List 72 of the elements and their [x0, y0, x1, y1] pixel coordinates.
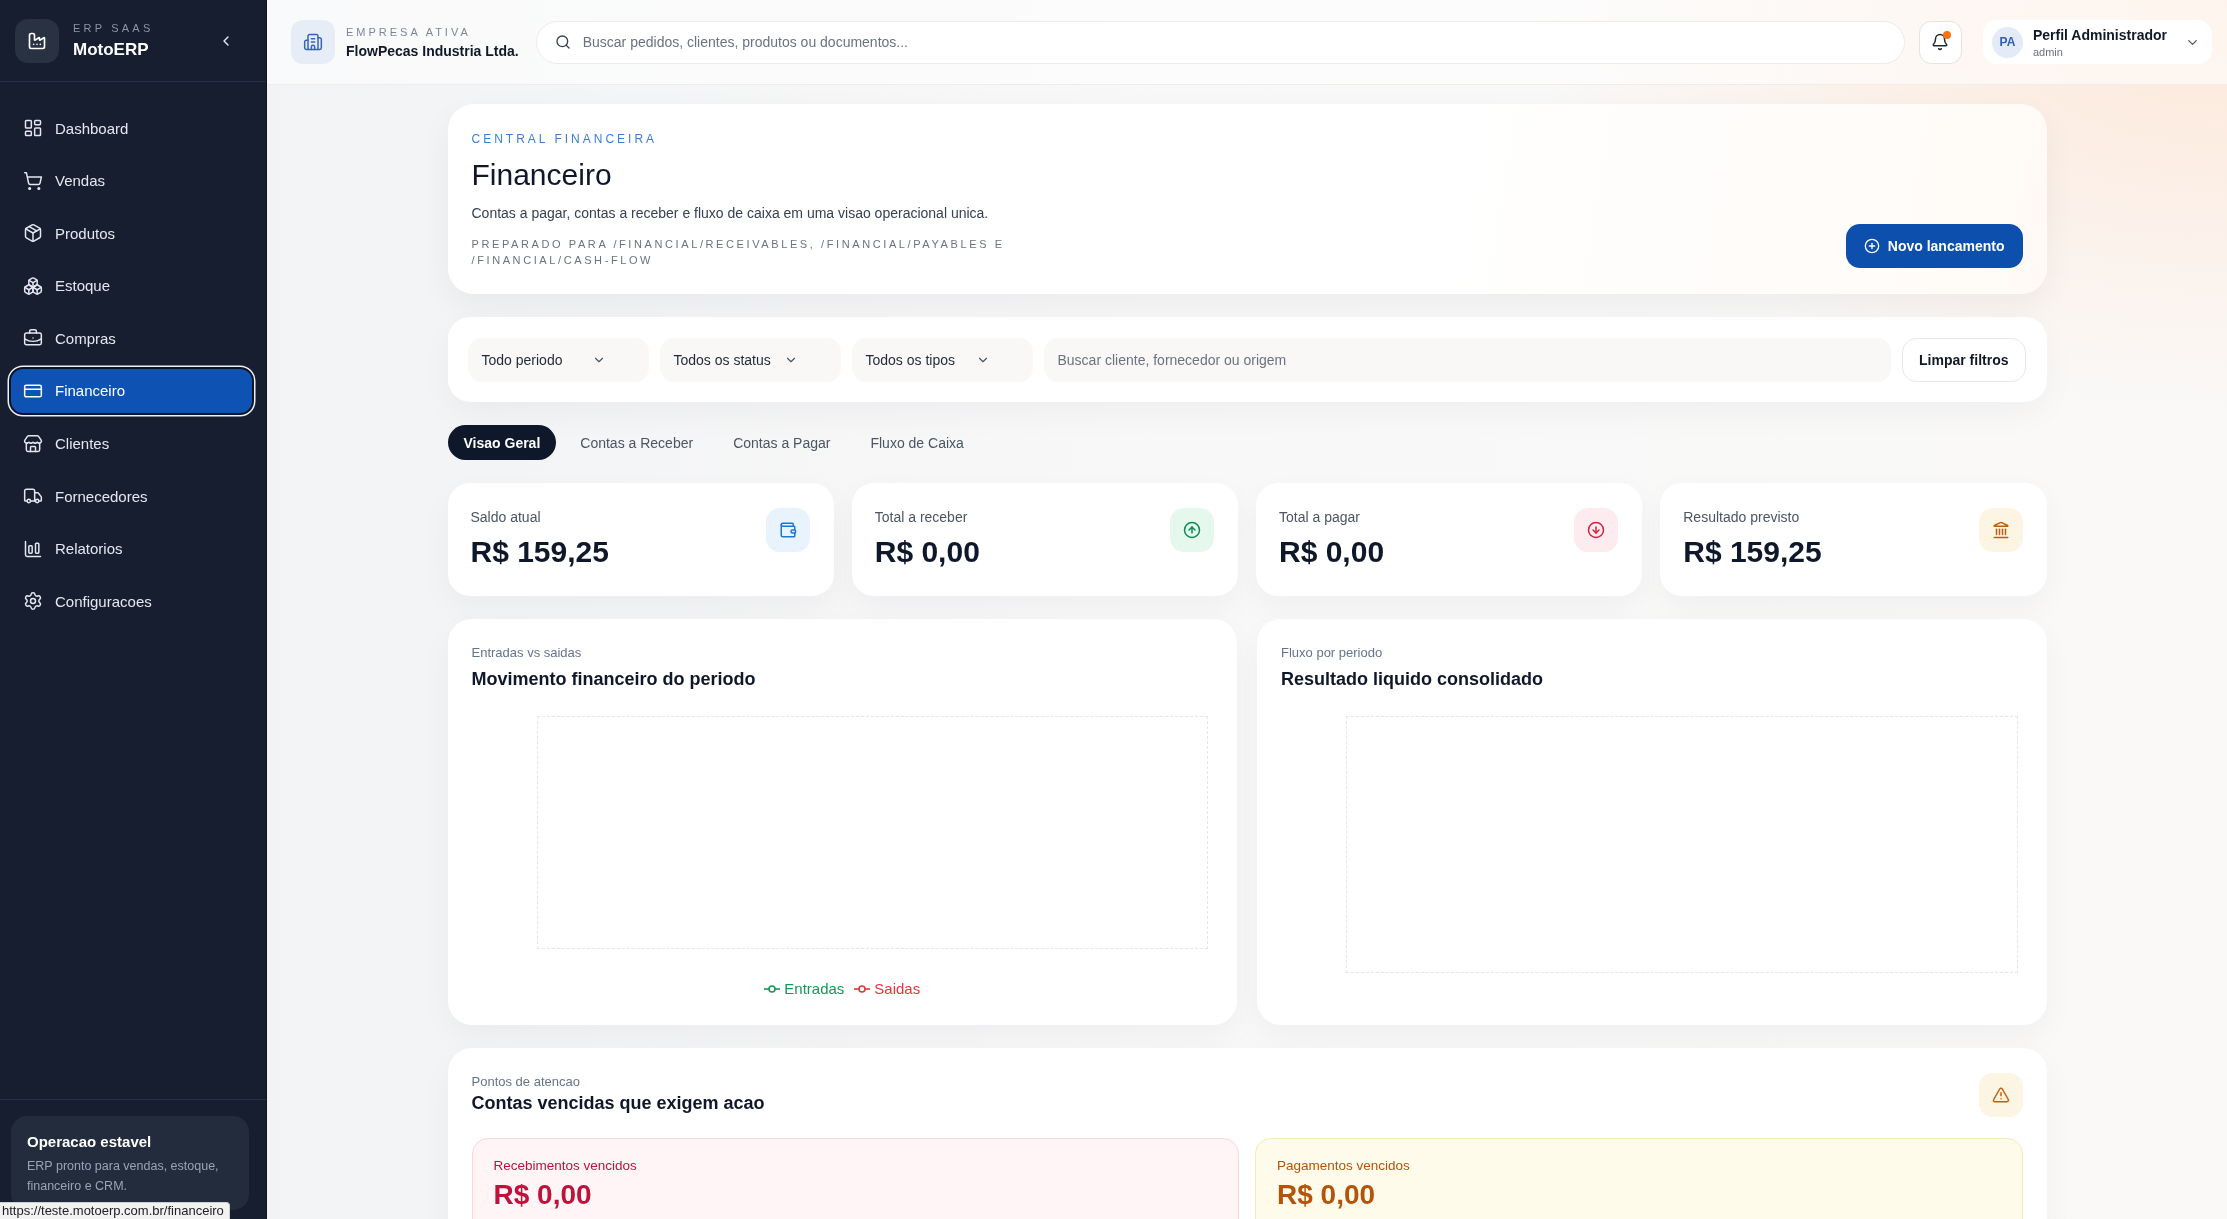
stat-value: R$ 0,00: [1279, 534, 1385, 570]
nav-item[interactable]: Estoque: [9, 261, 254, 310]
filter-search-field[interactable]: Buscar cliente, fornecedor ou origem: [1043, 338, 1892, 382]
nav-item[interactable]: Fornecedores: [9, 472, 254, 521]
status-text: ERP pronto para vendas, estoque, financeiro e CRM.: [27, 1158, 220, 1195]
profile-menu[interactable]: PA Perfil Administrador admin: [1982, 20, 2212, 64]
stat-label: Total a pagar: [1279, 508, 1361, 526]
search-icon: [554, 34, 571, 50]
filter-dropdown[interactable]: Todos os status: [659, 338, 841, 382]
clear-filters-button[interactable]: Limpar filtros: [1902, 338, 2026, 382]
grid-icon: [23, 118, 43, 138]
notifications-button[interactable]: [1918, 20, 1962, 64]
chart-eyebrow: Fluxo por periodo: [1281, 644, 1384, 662]
stat-value: R$ 159,25: [1683, 534, 1822, 570]
status-url: https://teste.motoerp.com.br/financeiro: [0, 1202, 230, 1219]
overdue-amount: R$ 0,00: [1277, 1179, 1376, 1211]
chart-eyebrow: Entradas vs saidas: [471, 644, 583, 662]
nav-item[interactable]: Produtos: [9, 209, 254, 258]
tab[interactable]: Contas a Pagar: [717, 425, 847, 460]
page-eyebrow: CENTRAL FINANCEIRA: [471, 131, 659, 147]
tab[interactable]: Fluxo de Caixa: [854, 425, 980, 460]
overdue-label: Recebimentos vencidos: [493, 1157, 637, 1175]
nav-item[interactable]: Vendas: [9, 156, 254, 205]
bar-chart-icon: [23, 538, 43, 559]
settings-icon: [23, 591, 43, 612]
nav-item[interactable]: Compras: [9, 314, 254, 363]
legend-label: Saidas: [874, 979, 921, 999]
tab[interactable]: Contas a Receber: [564, 425, 710, 460]
nav-item[interactable]: Configuracoes: [9, 577, 254, 626]
profile-name: Perfil Administrador: [2032, 25, 2167, 44]
filter-dropdown[interactable]: Todo periodo: [467, 338, 649, 382]
nav-item[interactable]: Dashboard: [9, 104, 254, 152]
status-title: Operacao estavel: [27, 1132, 153, 1152]
company-name: FlowPecas Industria Ltda.: [346, 41, 519, 60]
brand-tagline: ERP SAAS: [73, 20, 155, 35]
search-field[interactable]: Buscar pedidos, clientes, produtos ou documentos...: [535, 20, 1905, 64]
stat-label: Total a receber: [874, 508, 969, 526]
nav-item[interactable]: Relatorios: [9, 524, 254, 573]
stat-label: Saldo atual: [470, 508, 542, 526]
brand-name: MotoERP: [73, 38, 150, 61]
nav-item[interactable]: Clientes: [9, 419, 254, 468]
company-label: EMPRESA ATIVA: [346, 24, 472, 39]
section-eyebrow: Pontos de atencao: [471, 1073, 581, 1091]
boxes-icon: [23, 275, 43, 296]
wallet-icon: [765, 508, 810, 552]
legend-label: Entradas: [784, 979, 845, 999]
plus-circle-icon: [1863, 238, 1880, 254]
avatar-initials: PA: [1991, 26, 2023, 58]
package-icon: [23, 223, 43, 244]
filter-dropdown[interactable]: Todos os tipos: [851, 338, 1033, 382]
chart-title: Movimento financeiro do periodo: [471, 668, 757, 691]
stat-value: R$ 0,00: [874, 534, 980, 570]
warning-icon: [1978, 1073, 2023, 1117]
building-icon: [291, 20, 335, 64]
new-entry-button[interactable]: Novo lancamento: [1845, 224, 2023, 268]
store-icon: [23, 433, 43, 454]
stat-value: R$ 159,25: [470, 534, 609, 570]
section-title: Contas vencidas que exigem acao: [471, 1092, 765, 1115]
stat-label: Resultado previsto: [1683, 508, 1801, 526]
route-note: PREPARADO PARA /FINANCIAL/RECEIVABLES, /FINANCIAL/PAYABLES E /FINANCIAL/CASH-FLOW: [471, 237, 1006, 268]
chart-title: Resultado liquido consolidado: [1281, 668, 1544, 691]
tab[interactable]: Visao Geral: [447, 425, 557, 460]
overdue-amount: R$ 0,00: [493, 1179, 592, 1211]
nav-item[interactable]: Financeiro: [9, 366, 254, 415]
profile-role: admin: [2032, 44, 2064, 59]
page-description: Contas a pagar, contas a receber e fluxo de caixa em uma visao operacional unica.: [471, 204, 990, 223]
bank-icon: [1978, 508, 2023, 552]
cart-icon: [23, 170, 43, 191]
bell-icon: [1931, 33, 1950, 51]
factory-icon: [15, 18, 59, 63]
overdue-label: Pagamentos vencidos: [1277, 1157, 1410, 1175]
page-title: Financeiro: [471, 157, 613, 193]
